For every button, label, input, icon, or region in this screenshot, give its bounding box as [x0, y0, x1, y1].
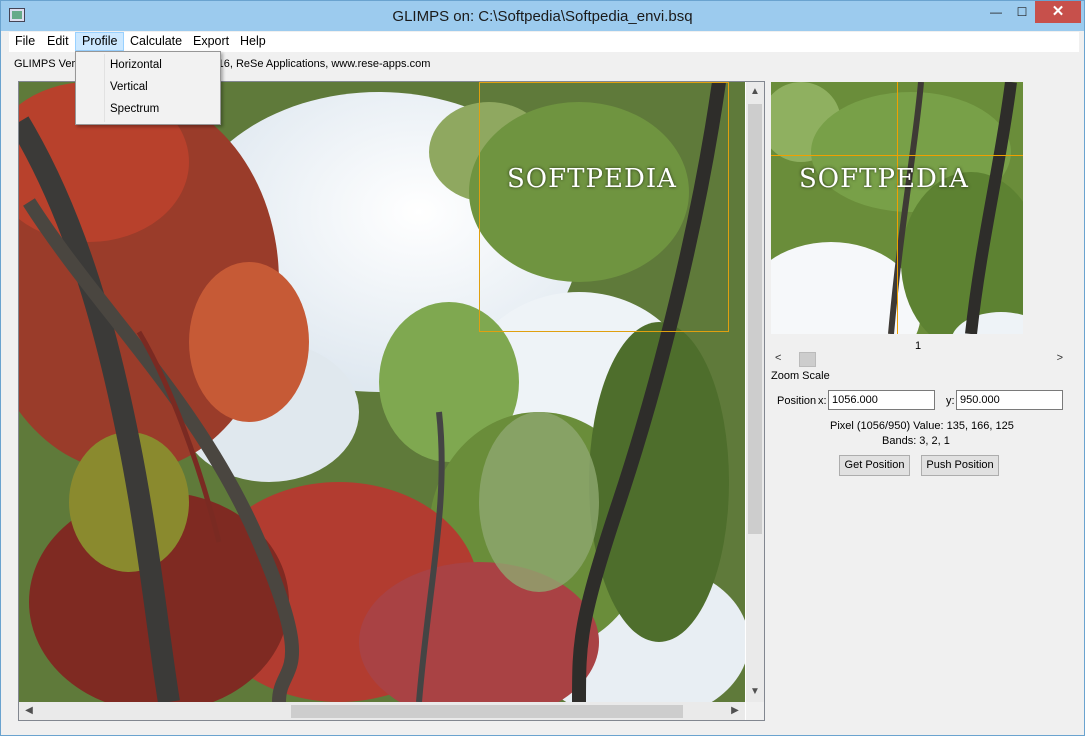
get-position-button[interactable]: Get Position	[839, 455, 910, 476]
menu-export[interactable]: Export	[187, 32, 235, 51]
scroll-down-arrow-icon[interactable]: ▼	[747, 684, 763, 700]
scroll-corner	[746, 702, 764, 720]
menu-edit[interactable]: Edit	[41, 32, 75, 51]
zoom-slider-thumb[interactable]	[799, 352, 816, 367]
menu-bar: File Edit Profile Calculate Export Help	[9, 32, 1079, 52]
version-label: GLIMPS Ver	[14, 58, 76, 70]
selection-rectangle[interactable]	[479, 82, 729, 332]
main-image[interactable]: SOFTPEDIA	[19, 82, 745, 702]
scroll-right-arrow-icon[interactable]: ▶	[727, 703, 743, 719]
zoom-left-arrow-icon[interactable]: <	[775, 352, 781, 364]
title-bar: GLIMPS on: C:\Softpedia\Softpedia_envi.b…	[1, 1, 1084, 31]
position-label: Position	[777, 395, 817, 407]
image-viewport[interactable]: SOFTPEDIA ▲ ▼ ◀ ▶	[18, 81, 765, 721]
profile-dropdown-menu: Horizontal Vertical Spectrum	[75, 51, 221, 125]
menu-file[interactable]: File	[9, 32, 41, 51]
zoom-scale-label: Zoom Scale	[771, 370, 830, 382]
menu-item-horizontal[interactable]: Horizontal	[110, 59, 162, 71]
menu-calculate[interactable]: Calculate	[124, 32, 188, 51]
horizontal-scrollbar[interactable]: ◀ ▶	[19, 702, 745, 720]
y-position-field[interactable]: 950.000	[956, 390, 1063, 410]
zoom-view[interactable]: SOFTPEDIA	[771, 82, 1023, 334]
x-position-field[interactable]: 1056.000	[828, 390, 935, 410]
menu-gutter	[104, 54, 105, 122]
crosshair-vertical	[897, 82, 898, 334]
bands-info: Bands: 3, 2, 1	[882, 435, 950, 447]
scroll-left-arrow-icon[interactable]: ◀	[21, 703, 37, 719]
maximize-button[interactable]: ☐	[1007, 1, 1037, 23]
close-button[interactable]: ✕	[1035, 1, 1081, 23]
zoom-right-arrow-icon[interactable]: >	[1057, 352, 1063, 364]
x-label: x:	[818, 395, 827, 407]
push-position-button[interactable]: Push Position	[921, 455, 999, 476]
y-label: y:	[946, 395, 955, 407]
pixel-value-info: Pixel (1056/950) Value: 135, 166, 125	[830, 420, 1014, 432]
softpedia-watermark-zoom: SOFTPEDIA	[799, 164, 969, 194]
softpedia-watermark: SOFTPEDIA	[507, 164, 677, 194]
menu-item-vertical[interactable]: Vertical	[110, 81, 148, 93]
vertical-scroll-thumb[interactable]	[748, 104, 762, 534]
menu-help[interactable]: Help	[234, 32, 272, 51]
horizontal-scroll-thumb[interactable]	[291, 705, 683, 718]
scroll-up-arrow-icon[interactable]: ▲	[747, 84, 763, 100]
vertical-scrollbar[interactable]: ▲ ▼	[746, 82, 764, 702]
window-title: GLIMPS on: C:\Softpedia\Softpedia_envi.b…	[392, 8, 693, 25]
menu-profile[interactable]: Profile	[75, 32, 125, 51]
menu-item-spectrum[interactable]: Spectrum	[110, 103, 159, 115]
zoom-scale-slider[interactable]: < >	[771, 352, 1067, 368]
app-window: GLIMPS on: C:\Softpedia\Softpedia_envi.b…	[0, 0, 1085, 736]
zoom-page-number: 1	[915, 340, 922, 352]
